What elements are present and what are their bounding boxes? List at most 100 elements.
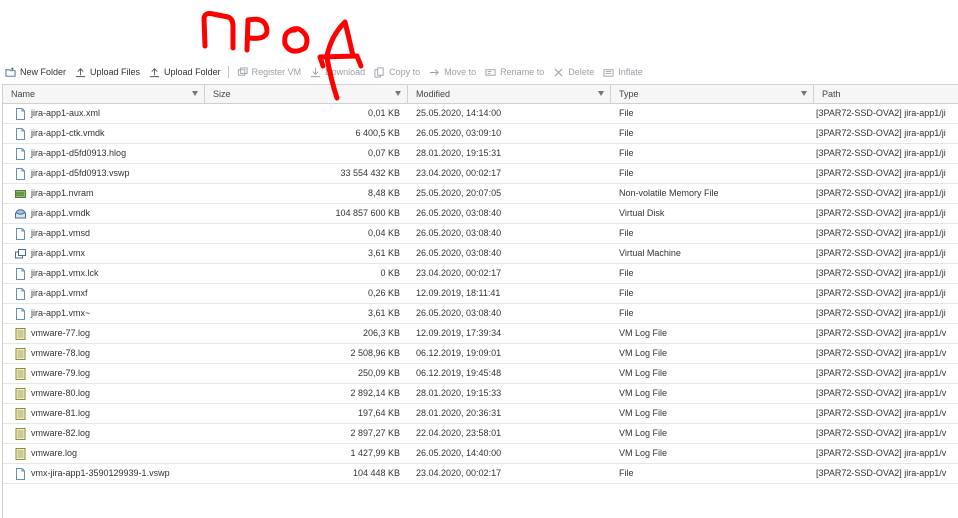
cell-modified: 22.04.2020, 23:58:01: [416, 428, 502, 438]
cell-name[interactable]: vmx-jira-app1-3590129939-1.vswp: [3, 464, 205, 483]
cell-name[interactable]: jira-app1-d5fd0913.hlog: [3, 144, 205, 163]
copy-icon: [374, 66, 389, 78]
filter-icon[interactable]: [395, 91, 401, 96]
new-folder-icon: [5, 66, 20, 78]
cell-name[interactable]: jira-app1-d5fd0913.vswp: [3, 164, 205, 183]
cell-path: [3PAR72-SSD-OVA2] jira-app1/ji: [816, 248, 946, 258]
table-row[interactable]: jira-app1.vmx.lck 0 KB 23.04.2020, 00:02:1…: [3, 264, 958, 284]
cell-size: 1 427,99 KB: [350, 448, 400, 458]
filter-icon[interactable]: [192, 91, 198, 96]
register-vm-button[interactable]: Register VM: [232, 62, 306, 82]
cell-path: [3PAR72-SSD-OVA2] jira-app1/v: [816, 328, 947, 338]
cell-modified: 23.04.2020, 00:02:17: [416, 468, 502, 478]
cell-modified: 26.05.2020, 03:08:40: [416, 228, 502, 238]
log-file-icon: [15, 447, 31, 460]
log-file-icon: [15, 327, 31, 340]
filter-icon[interactable]: [801, 91, 807, 96]
table-row[interactable]: vmware-81.log 197,64 KB 28.01.2020, 20:36:…: [3, 404, 958, 424]
file-name: jira-app1-d5fd0913.hlog: [31, 148, 127, 158]
table-row[interactable]: jira-app1.nvram 8,48 KB 25.05.2020, 20:07:…: [3, 184, 958, 204]
table-row[interactable]: jira-app1-d5fd0913.hlog 0,07 KB 28.01.2020…: [3, 144, 958, 164]
file-name: jira-app1.vmx~: [31, 308, 91, 318]
move-icon: [429, 67, 444, 78]
table-row[interactable]: vmware-80.log 2 892,14 KB 28.01.2020, 19:1…: [3, 384, 958, 404]
cell-name[interactable]: vmware-78.log: [3, 344, 205, 363]
cell-name[interactable]: jira-app1.vmxf: [3, 284, 205, 303]
table-row[interactable]: jira-app1-aux.xml 0,01 KB 25.05.2020, 14:1…: [3, 104, 958, 124]
button-label: New Folder: [20, 67, 67, 77]
cell-modified: 23.04.2020, 00:02:17: [416, 268, 502, 278]
move-to-button[interactable]: Move to: [424, 62, 480, 82]
table-row[interactable]: jira-app1.vmsd 0,04 KB 26.05.2020, 03:08:4…: [3, 224, 958, 244]
upload-icon: [75, 67, 90, 78]
table-row[interactable]: vmware.log 1 427,99 KB 26.05.2020, 14:40:0…: [3, 444, 958, 464]
table-row[interactable]: jira-app1-ctk.vmdk 6 400,5 KB 26.05.2020, …: [3, 124, 958, 144]
toolbar: New Folder Upload Files Upload Folder Regis…: [0, 62, 958, 82]
cell-name[interactable]: vmware-81.log: [3, 404, 205, 423]
cell-name[interactable]: jira-app1-ctk.vmdk: [3, 124, 205, 143]
table-row[interactable]: jira-app1-d5fd0913.vswp 33 554 432 KB 23.0…: [3, 164, 958, 184]
cell-size: 206,3 KB: [362, 328, 400, 338]
column-header-type[interactable]: Type: [611, 85, 814, 103]
inflate-button[interactable]: Inflate: [598, 62, 647, 82]
virtual-disk-icon: [15, 208, 31, 220]
cell-name[interactable]: vmware-77.log: [3, 324, 205, 343]
file-icon: [15, 147, 31, 160]
cell-path: [3PAR72-SSD-OVA2] jira-app1/ji: [816, 168, 946, 178]
cell-name[interactable]: jira-app1.vmx.lck: [3, 264, 205, 283]
cell-name[interactable]: vmware.log: [3, 444, 205, 463]
column-header-path[interactable]: Path: [814, 85, 958, 103]
table-row[interactable]: vmx-jira-app1-3590129939-1.vswp 104 448 K…: [3, 464, 958, 484]
cell-type: Virtual Machine: [619, 248, 681, 258]
delete-button[interactable]: Delete: [548, 62, 598, 82]
cell-name[interactable]: jira-app1.vmx: [3, 244, 205, 263]
cell-name[interactable]: jira-app1.vmdk: [3, 204, 205, 223]
button-label: Download: [325, 67, 366, 77]
cell-name[interactable]: jira-app1-aux.xml: [3, 104, 205, 123]
cell-modified: 25.05.2020, 14:14:00: [416, 108, 502, 118]
filter-icon[interactable]: [598, 91, 604, 96]
download-button[interactable]: Download: [305, 62, 369, 82]
file-name: jira-app1.vmxf: [31, 288, 88, 298]
cell-type: Virtual Disk: [619, 208, 665, 218]
table-row[interactable]: jira-app1.vmdk 104 857 600 KB 26.05.2020, …: [3, 204, 958, 224]
cell-modified: 26.05.2020, 03:08:40: [416, 208, 502, 218]
table-row[interactable]: vmware-78.log 2 508,96 KB 06.12.2019, 19:0…: [3, 344, 958, 364]
column-header-name[interactable]: Name: [3, 85, 205, 103]
table-row[interactable]: vmware-77.log 206,3 KB 12.09.2019, 17:39:3…: [3, 324, 958, 344]
cell-type: VM Log File: [619, 328, 668, 338]
table-row[interactable]: jira-app1.vmx 3,61 KB 26.05.2020, 03:08:40…: [3, 244, 958, 264]
cell-name[interactable]: jira-app1.nvram: [3, 184, 205, 203]
cell-size: 33 554 432 KB: [340, 168, 400, 178]
cell-name[interactable]: vmware-80.log: [3, 384, 205, 403]
file-grid: Name Size Modified Type Path jira-app1-a…: [2, 84, 958, 518]
table-row[interactable]: vmware-79.log 250,09 KB 06.12.2019, 19:45:…: [3, 364, 958, 384]
copy-to-button[interactable]: Copy to: [369, 62, 424, 82]
cell-modified: 06.12.2019, 19:09:01: [416, 348, 502, 358]
cell-name[interactable]: vmware-79.log: [3, 364, 205, 383]
table-row[interactable]: jira-app1.vmxf 0,26 KB 12.09.2019, 18:11:4…: [3, 284, 958, 304]
button-label: Rename to: [500, 67, 545, 77]
cell-type: VM Log File: [619, 408, 668, 418]
cell-type: File: [619, 168, 634, 178]
new-folder-button[interactable]: New Folder: [0, 62, 70, 82]
upload-folder-button[interactable]: Upload Folder: [144, 62, 225, 82]
cell-name[interactable]: vmware-82.log: [3, 424, 205, 443]
rename-to-button[interactable]: Rename to: [480, 62, 548, 82]
cell-modified: 12.09.2019, 18:11:41: [416, 288, 501, 298]
cell-name[interactable]: jira-app1.vmsd: [3, 224, 205, 243]
cell-path: [3PAR72-SSD-OVA2] jira-app1/ji: [816, 228, 946, 238]
cell-type: File: [619, 148, 634, 158]
table-row[interactable]: jira-app1.vmx~ 3,61 KB 26.05.2020, 03:08:4…: [3, 304, 958, 324]
cell-size: 0,26 KB: [367, 288, 400, 298]
rename-icon: [485, 67, 500, 78]
upload-files-button[interactable]: Upload Files: [70, 62, 144, 82]
cell-path: [3PAR72-SSD-OVA2] jira-app1/ji: [816, 148, 946, 158]
cell-name[interactable]: jira-app1.vmx~: [3, 304, 205, 323]
cell-type: VM Log File: [619, 428, 668, 438]
column-header-modified[interactable]: Modified: [408, 85, 611, 103]
cell-type: VM Log File: [619, 448, 668, 458]
table-row[interactable]: vmware-82.log 2 897,27 KB 22.04.2020, 23:5…: [3, 424, 958, 444]
grid-header: Name Size Modified Type Path: [3, 85, 958, 104]
column-header-size[interactable]: Size: [205, 85, 408, 103]
